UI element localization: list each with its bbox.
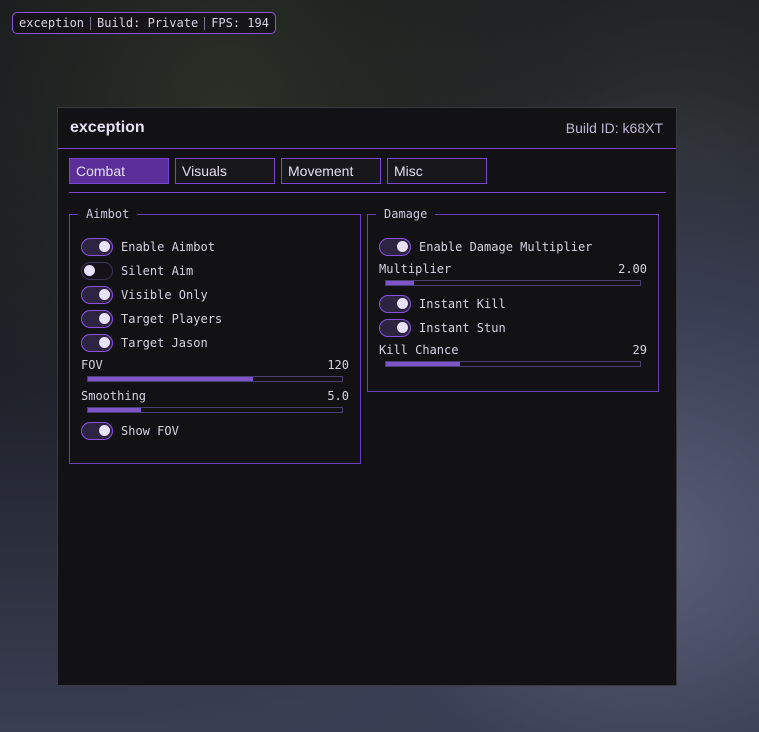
toggle-switch[interactable]: [81, 334, 113, 352]
tab-bar: Combat Visuals Movement Misc: [69, 158, 487, 184]
toggle-switch[interactable]: [379, 319, 411, 337]
slider-label: Kill Chance: [379, 343, 459, 357]
tab-movement[interactable]: Movement: [281, 158, 381, 184]
slider-label: Multiplier: [379, 262, 452, 276]
divider: [90, 16, 92, 30]
toggle-label: Enable Damage Multiplier: [419, 240, 593, 254]
build-id: Build ID: k68XT: [565, 120, 663, 136]
toggle-label: Instant Stun: [419, 321, 506, 335]
toggle-label: Visible Only: [121, 288, 208, 302]
window-header[interactable]: exception Build ID: k68XT: [58, 108, 676, 149]
tab-misc[interactable]: Misc: [387, 158, 487, 184]
toggle-target-players[interactable]: Target Players: [81, 307, 349, 331]
fov-slider-label: FOV 120: [81, 357, 349, 373]
toggle-label: Enable Aimbot: [121, 240, 215, 254]
slider-fill: [386, 362, 460, 366]
toggle-switch[interactable]: [81, 310, 113, 328]
toggle-label: Show FOV: [121, 424, 179, 438]
toggle-label: Silent Aim: [121, 264, 194, 278]
toggle-enable-aimbot[interactable]: Enable Aimbot: [81, 235, 349, 259]
divider: [69, 192, 666, 193]
aimbot-group: Aimbot Enable Aimbot Silent Aim Visible …: [69, 207, 361, 464]
toggle-label: Target Players: [121, 312, 223, 326]
toggle-instant-stun[interactable]: Instant Stun: [379, 316, 647, 340]
toggle-switch[interactable]: [81, 286, 113, 304]
kill-chance-slider[interactable]: [385, 361, 641, 367]
toggle-switch[interactable]: [379, 295, 411, 313]
tab-combat[interactable]: Combat: [69, 158, 169, 184]
slider-label: Smoothing: [81, 389, 147, 403]
toggle-switch[interactable]: [81, 422, 113, 440]
status-overlay: exception Build: Private FPS: 194: [12, 12, 276, 34]
toggle-show-fov[interactable]: Show FOV: [81, 419, 349, 443]
toggle-switch[interactable]: [379, 238, 411, 256]
slider-value: 120: [327, 358, 349, 372]
group-title: Damage: [376, 207, 436, 221]
damage-group: Damage Enable Damage Multiplier Multipli…: [367, 207, 659, 392]
overlay-build: Build: Private: [97, 16, 199, 30]
slider-value: 5.0: [327, 389, 349, 403]
slider-value: 2.00: [618, 262, 647, 276]
slider-fill: [88, 408, 142, 412]
toggle-instant-kill[interactable]: Instant Kill: [379, 292, 647, 316]
overlay-name: exception: [19, 16, 85, 30]
kill-chance-slider-label: Kill Chance 29: [379, 342, 647, 358]
toggle-silent-aim[interactable]: Silent Aim: [81, 259, 349, 283]
toggle-target-jason[interactable]: Target Jason: [81, 331, 349, 355]
overlay-fps: FPS: 194: [211, 16, 269, 30]
tab-visuals[interactable]: Visuals: [175, 158, 275, 184]
toggle-visible-only[interactable]: Visible Only: [81, 283, 349, 307]
window-title: exception: [70, 119, 145, 136]
smoothing-slider-label: Smoothing 5.0: [81, 388, 349, 404]
toggle-enable-damage-multiplier[interactable]: Enable Damage Multiplier: [379, 235, 647, 259]
fov-slider[interactable]: [87, 376, 343, 382]
slider-fill: [386, 281, 414, 285]
cheat-menu-window: exception Build ID: k68XT Combat Visuals…: [57, 107, 677, 686]
toggle-label: Target Jason: [121, 336, 208, 350]
slider-fill: [88, 377, 254, 381]
divider: [204, 16, 206, 30]
smoothing-slider[interactable]: [87, 407, 343, 413]
multiplier-slider-label: Multiplier 2.00: [379, 261, 647, 277]
slider-label: FOV: [81, 358, 103, 372]
toggle-switch[interactable]: [81, 262, 113, 280]
toggle-switch[interactable]: [81, 238, 113, 256]
slider-value: 29: [632, 343, 647, 357]
multiplier-slider[interactable]: [385, 280, 641, 286]
group-title: Aimbot: [78, 207, 138, 221]
toggle-label: Instant Kill: [419, 297, 506, 311]
